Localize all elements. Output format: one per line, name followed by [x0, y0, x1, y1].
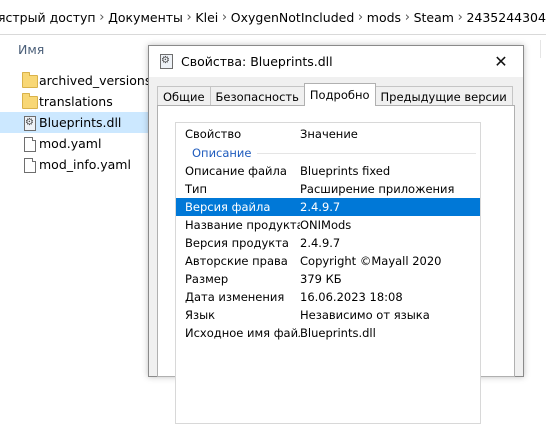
property-value: Независимо от языка: [300, 308, 430, 322]
property-value: 379 КБ: [300, 272, 342, 286]
details-row-selected[interactable]: Версия файла 2.4.9.7: [176, 198, 480, 216]
property-name: Исходное имя файла: [185, 326, 300, 340]
close-button[interactable]: ✕: [479, 46, 523, 77]
details-row[interactable]: Описание файла Blueprints fixed: [176, 162, 480, 180]
property-value: Blueprints fixed: [300, 164, 391, 178]
breadcrumb-steam[interactable]: Steam: [414, 10, 454, 25]
properties-dialog: Свойства: Blueprints.dll ✕ Общие Безопас…: [148, 45, 524, 424]
details-panel: Свойство Значение Описание Описание файл…: [157, 105, 515, 424]
property-name: Дата изменения: [185, 290, 285, 304]
details-row[interactable]: Исходное имя файла Blueprints.dll: [176, 324, 480, 342]
file-item-blueprints-dll[interactable]: Blueprints.dll: [0, 112, 150, 133]
property-name: Размер: [185, 272, 229, 286]
dialog-title: Свойства: Blueprints.dll: [181, 54, 333, 69]
column-header-value[interactable]: Значение: [300, 127, 358, 141]
chevron-right-icon[interactable]: ›: [354, 10, 367, 25]
property-value: Расширение приложения: [300, 182, 455, 196]
property-value: 2.4.9.7: [300, 236, 341, 250]
details-row[interactable]: Дата изменения 16.06.2023 18:08: [176, 288, 480, 306]
property-value: ONIMods: [300, 218, 352, 232]
chevron-right-icon[interactable]: ›: [401, 10, 414, 25]
breadcrumb-mods[interactable]: mods: [367, 10, 401, 25]
property-value: 16.06.2023 18:08: [300, 290, 403, 304]
file-icon: [22, 157, 36, 173]
property-value: Blueprints.dll: [300, 326, 376, 340]
chevron-right-icon[interactable]: ›: [96, 10, 109, 25]
details-row[interactable]: Размер 379 КБ: [176, 270, 480, 288]
property-name: Авторские права: [185, 254, 288, 268]
dialog-titlebar[interactable]: Свойства: Blueprints.dll ✕: [149, 46, 523, 77]
tab-general[interactable]: Общие: [157, 86, 211, 106]
address-bar[interactable]: ястрый доступ › Документы › Klei › Oxyge…: [0, 0, 546, 35]
file-name: archived_versions: [39, 73, 152, 88]
group-label: Описание: [192, 146, 252, 160]
property-name: Язык: [185, 308, 216, 322]
close-icon: ✕: [494, 52, 508, 71]
details-row[interactable]: Название продукта ONIMods: [176, 216, 480, 234]
dll-file-icon: [160, 54, 173, 69]
file-icon: [22, 136, 36, 152]
breadcrumb-folder-id[interactable]: 2435244304: [466, 10, 546, 25]
file-item-mod-yaml[interactable]: mod.yaml: [0, 133, 150, 154]
group-divider: [257, 152, 476, 154]
dll-file-icon: [22, 115, 36, 131]
details-row[interactable]: Тип Расширение приложения: [176, 180, 480, 198]
tab-previous-versions[interactable]: Предыдущие версии: [374, 86, 513, 106]
breadcrumb-documents[interactable]: Документы: [108, 10, 183, 25]
property-name: Название продукта: [185, 218, 300, 232]
details-header: Свойство Значение: [176, 123, 480, 144]
file-name: mod_info.yaml: [39, 157, 131, 172]
property-name: Версия продукта: [185, 236, 289, 250]
breadcrumb-quick-access[interactable]: ястрый доступ: [0, 10, 96, 25]
property-value: 2.4.9.7: [300, 200, 341, 214]
breadcrumb-klei[interactable]: Klei: [195, 10, 218, 25]
column-header-name[interactable]: Имя: [18, 42, 44, 57]
chevron-right-icon[interactable]: ›: [218, 10, 231, 25]
breadcrumb-oxygennotincluded[interactable]: OxygenNotIncluded: [231, 10, 355, 25]
property-value: Copyright ©Mayall 2020: [300, 254, 442, 268]
property-name: Тип: [185, 182, 208, 196]
group-header-description: Описание: [176, 144, 480, 162]
file-name: translations: [39, 94, 113, 109]
tab-security[interactable]: Безопасность: [209, 86, 305, 106]
property-name: Описание файла: [185, 164, 287, 178]
file-name: Blueprints.dll: [39, 115, 122, 130]
file-item-mod-info-yaml[interactable]: mod_info.yaml: [0, 154, 150, 175]
folder-icon: [22, 92, 38, 109]
folder-icon: [22, 71, 38, 88]
property-name: Версия файла: [185, 200, 271, 214]
chevron-right-icon[interactable]: ›: [454, 10, 467, 25]
column-divider[interactable]: [540, 40, 541, 58]
chevron-right-icon[interactable]: ›: [183, 10, 196, 25]
details-list[interactable]: Свойство Значение Описание Описание файл…: [175, 122, 481, 424]
file-item-archived-versions[interactable]: archived_versions: [0, 70, 152, 91]
column-header-property[interactable]: Свойство: [176, 127, 300, 141]
file-list: archived_versions translations Blueprint…: [0, 70, 152, 175]
details-row[interactable]: Язык Независимо от языка: [176, 306, 480, 324]
details-row[interactable]: Авторские права Copyright ©Mayall 2020: [176, 252, 480, 270]
file-name: mod.yaml: [39, 136, 102, 151]
tab-bar: Общие Безопасность Подробно Предыдущие в…: [157, 83, 513, 106]
file-item-translations[interactable]: translations: [0, 91, 150, 112]
tab-details[interactable]: Подробно: [303, 83, 376, 106]
details-row[interactable]: Версия продукта 2.4.9.7: [176, 234, 480, 252]
